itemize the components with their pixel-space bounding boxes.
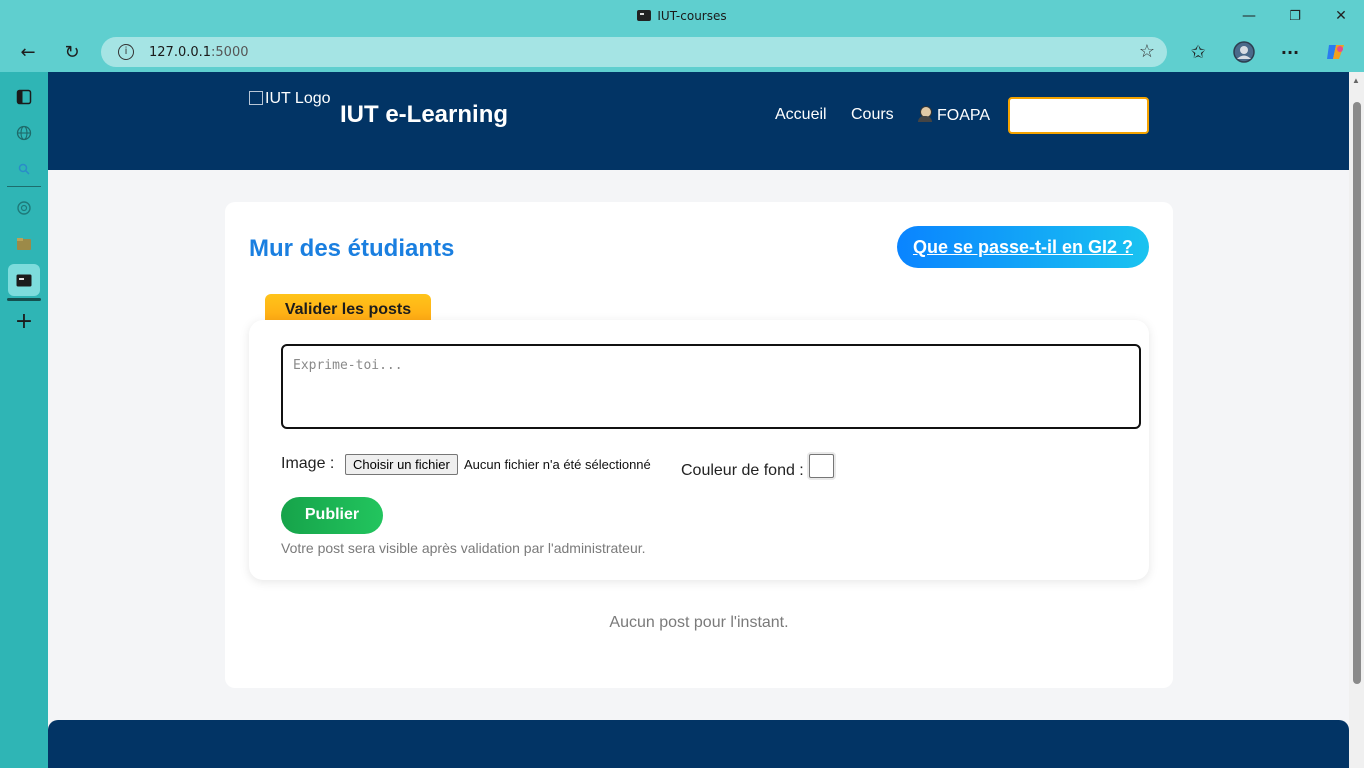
publish-note: Votre post sera visible après validation… — [281, 540, 646, 556]
site-brand[interactable]: IUT e-Learning — [340, 101, 508, 129]
globe-icon[interactable] — [8, 117, 40, 149]
favorite-star-icon[interactable]: ☆ — [1139, 41, 1155, 62]
window-title-text: IUT-courses — [657, 9, 727, 23]
nav-home-link[interactable]: Accueil — [775, 106, 827, 124]
site-footer — [48, 720, 1349, 768]
page-title: Mur des étudiants — [249, 235, 455, 262]
address-bar[interactable]: i 127.0.0.1:5000 ☆ — [101, 37, 1167, 67]
scroll-up-arrow-icon[interactable]: ▲ — [1352, 76, 1360, 85]
tab-actions-icon[interactable] — [8, 81, 40, 113]
post-form: Image : Choisir un fichier Aucun fichier… — [249, 320, 1149, 580]
add-tab-icon[interactable]: + — [8, 305, 40, 337]
minimize-button[interactable]: — — [1226, 0, 1272, 32]
header-search-input[interactable] — [1008, 97, 1149, 134]
image-label: Image : — [281, 455, 335, 472]
folder-icon[interactable] — [8, 228, 40, 260]
url-port: :5000 — [211, 45, 249, 60]
post-textarea[interactable] — [281, 344, 1141, 429]
vertical-tabs-sidebar: + — [0, 72, 48, 768]
empty-posts-message: Aucun post pour l'instant. — [609, 614, 789, 631]
sidebar-divider — [7, 186, 41, 187]
broken-image-icon — [249, 91, 263, 105]
chatgpt-icon[interactable] — [8, 192, 40, 224]
site-header: IUT Logo IUT e-Learning Accueil Cours FO… — [48, 72, 1349, 170]
gi2-news-button[interactable]: Que se passe-t-il en GI2 ? — [897, 226, 1149, 268]
reload-icon[interactable]: ↻ — [56, 36, 88, 68]
student-wall-card: Mur des étudiants Que se passe-t-il en G… — [225, 202, 1173, 688]
background-color-label: Couleur de fond : — [681, 462, 804, 479]
terminal-tab-icon[interactable] — [8, 264, 40, 296]
browser-toolbar: ← ↻ i 127.0.0.1:5000 ☆ ✩ ··· — [0, 32, 1364, 72]
close-button[interactable]: ✕ — [1318, 0, 1364, 32]
nav-user-label: FOAPA — [937, 107, 991, 124]
restore-button[interactable]: ❐ — [1272, 0, 1318, 32]
page-viewport: IUT Logo IUT e-Learning Accueil Cours FO… — [48, 72, 1349, 768]
back-icon[interactable]: ← — [12, 36, 44, 68]
publish-button[interactable]: Publier — [281, 497, 383, 534]
more-icon[interactable]: ··· — [1274, 36, 1306, 68]
choose-file-button[interactable]: Choisir un fichier — [345, 454, 458, 475]
search-icon[interactable] — [8, 153, 40, 185]
copilot-icon[interactable] — [1320, 36, 1352, 68]
site-info-icon[interactable]: i — [118, 44, 134, 60]
favorites-icon[interactable]: ✩ — [1182, 36, 1214, 68]
logo-image-broken[interactable]: IUT Logo — [249, 90, 331, 108]
scrollbar-thumb[interactable] — [1353, 102, 1361, 684]
url-text[interactable]: 127.0.0.1:5000 — [149, 45, 249, 60]
active-tab-indicator — [7, 298, 41, 301]
nav-user-link[interactable]: FOAPA — [917, 106, 990, 125]
background-color-picker[interactable] — [809, 454, 834, 478]
window-titlebar: IUT-courses — ❐ ✕ — [0, 0, 1364, 32]
terminal-tab-icon — [637, 10, 652, 21]
window-title: IUT-courses — [0, 9, 1364, 23]
page-scrollbar[interactable]: ▲ — [1349, 72, 1364, 768]
url-host: 127.0.0.1 — [149, 45, 212, 60]
logo-alt-text: IUT Logo — [265, 90, 331, 107]
file-status-text: Aucun fichier n'a été sélectionné — [464, 457, 651, 472]
profile-avatar[interactable] — [1228, 36, 1260, 68]
nav-courses-link[interactable]: Cours — [851, 106, 894, 124]
user-icon — [917, 106, 933, 122]
